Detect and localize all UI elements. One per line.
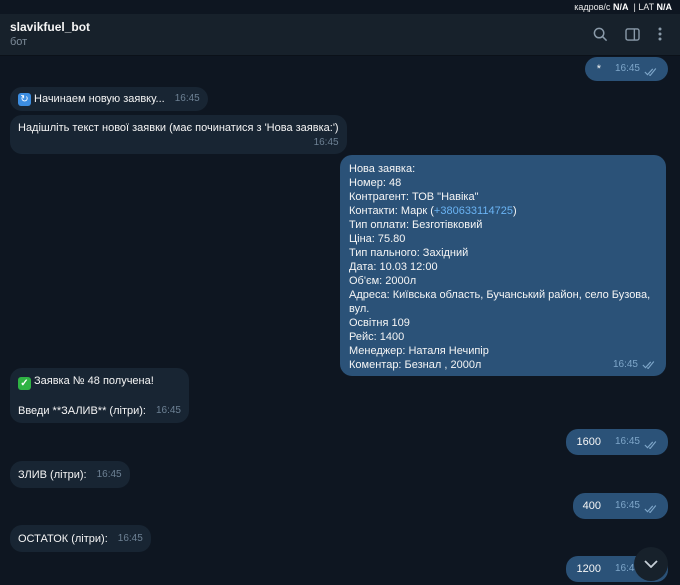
phone-link[interactable]: +380633114725 — [434, 205, 513, 217]
message-time: 16:45 — [313, 137, 339, 148]
chat-subtitle: бот — [10, 36, 28, 48]
read-checks-icon — [642, 361, 655, 369]
fps-value: N/A — [612, 2, 629, 12]
order-comment: Коментар: Безнал , 2000л — [349, 359, 482, 371]
more-options-icon[interactable] — [650, 24, 670, 44]
fps-label: кадров/с — [574, 2, 611, 12]
incoming-message[interactable]: ОСТАТОК (літри): 16:45 — [10, 525, 151, 552]
message-text: Надішліть текст нової заявки (має почина… — [18, 122, 339, 134]
order-date: Дата: 10.03 12:00 — [349, 261, 438, 273]
sidebar-toggle-icon[interactable] — [622, 24, 642, 44]
order-payment: Тип оплати: Безготівковий — [349, 219, 483, 231]
incoming-message[interactable]: ✓ Заявка № 48 получена! Введи **ЗАЛИВ** (… — [10, 368, 189, 423]
lat-value: N/A — [656, 2, 673, 12]
message-text: 400 — [582, 500, 601, 512]
lat-label: LAT — [638, 2, 654, 12]
message-text: Введи **ЗАЛИВ** (літри): — [18, 405, 146, 417]
read-checks-icon — [644, 505, 657, 513]
chevron-down-icon — [644, 560, 658, 568]
refresh-emoji-icon: ↻ — [18, 93, 31, 106]
message-text: * — [596, 63, 601, 75]
message-text: ОСТАТОК (літри): — [18, 533, 108, 545]
outgoing-message[interactable]: 400 16:45 — [572, 493, 668, 519]
chat-header[interactable]: slavikfuel_bot бот — [0, 14, 680, 56]
read-checks-icon — [644, 68, 657, 76]
order-price: Ціна: 75.80 — [349, 233, 406, 245]
order-address: Адреса: Київська область, Бучанський рай… — [349, 289, 651, 315]
outgoing-message[interactable]: 1600 16:45 — [566, 429, 668, 455]
message-text: 1200 — [576, 563, 601, 575]
read-checks-icon — [644, 441, 657, 449]
order-header: Нова заявка: — [349, 163, 416, 175]
outgoing-message[interactable]: * 16:45 — [584, 57, 668, 81]
message-time: 16:45 — [614, 436, 640, 447]
order-manager: Менеджер: Наталя Нечипір — [349, 345, 489, 357]
message-text: 1600 — [576, 436, 601, 448]
order-fuel-type: Тип пального: Західний — [349, 247, 469, 259]
chat-title: slavikfuel_bot — [10, 20, 91, 34]
order-volume: Об'єм: 2000л — [349, 275, 417, 287]
order-counterparty: Контрагент: ТОВ "Навіка" — [349, 191, 479, 203]
message-time: 16:45 — [96, 469, 122, 480]
order-contacts: Контакти: Марк (+380633114725) — [349, 204, 656, 218]
message-time: 16:45 — [117, 533, 143, 544]
message-text: Заявка № 48 получена! — [34, 375, 154, 387]
message-text: Начинаем новую заявку... — [34, 93, 165, 105]
search-icon[interactable] — [590, 24, 610, 44]
order-number: Номер: 48 — [349, 177, 402, 189]
message-list[interactable]: * 16:45 ↻ Начинаем новую заявку... 16:45… — [0, 57, 680, 585]
outgoing-message[interactable]: Нова заявка: Номер: 48 Контрагент: ТОВ "… — [340, 155, 666, 376]
incoming-message[interactable]: ЗЛИВ (літри): 16:45 — [10, 461, 130, 488]
message-time: 16:45 — [174, 93, 200, 104]
check-mark-emoji-icon: ✓ — [18, 377, 31, 390]
scroll-to-bottom-button[interactable] — [634, 547, 668, 581]
message-text: ЗЛИВ (літри): — [18, 469, 87, 481]
message-time: 16:45 — [614, 500, 640, 511]
incoming-message[interactable]: ↻ Начинаем новую заявку... 16:45 — [10, 87, 208, 111]
order-trip: Рейс: 1400 — [349, 331, 405, 343]
message-time: 16:45 — [612, 359, 638, 370]
incoming-message[interactable]: Надішліть текст нової заявки (має почина… — [10, 115, 347, 154]
contacts-label: Контакти: Марк ( — [349, 205, 434, 217]
message-time: 16:45 — [155, 405, 181, 416]
contacts-suffix: ) — [512, 205, 517, 217]
message-time: 16:45 — [614, 63, 640, 74]
fps-overlay: кадров/с N/A | LAT N/A — [0, 0, 680, 14]
order-address-line2: Освітня 109 — [349, 317, 410, 329]
